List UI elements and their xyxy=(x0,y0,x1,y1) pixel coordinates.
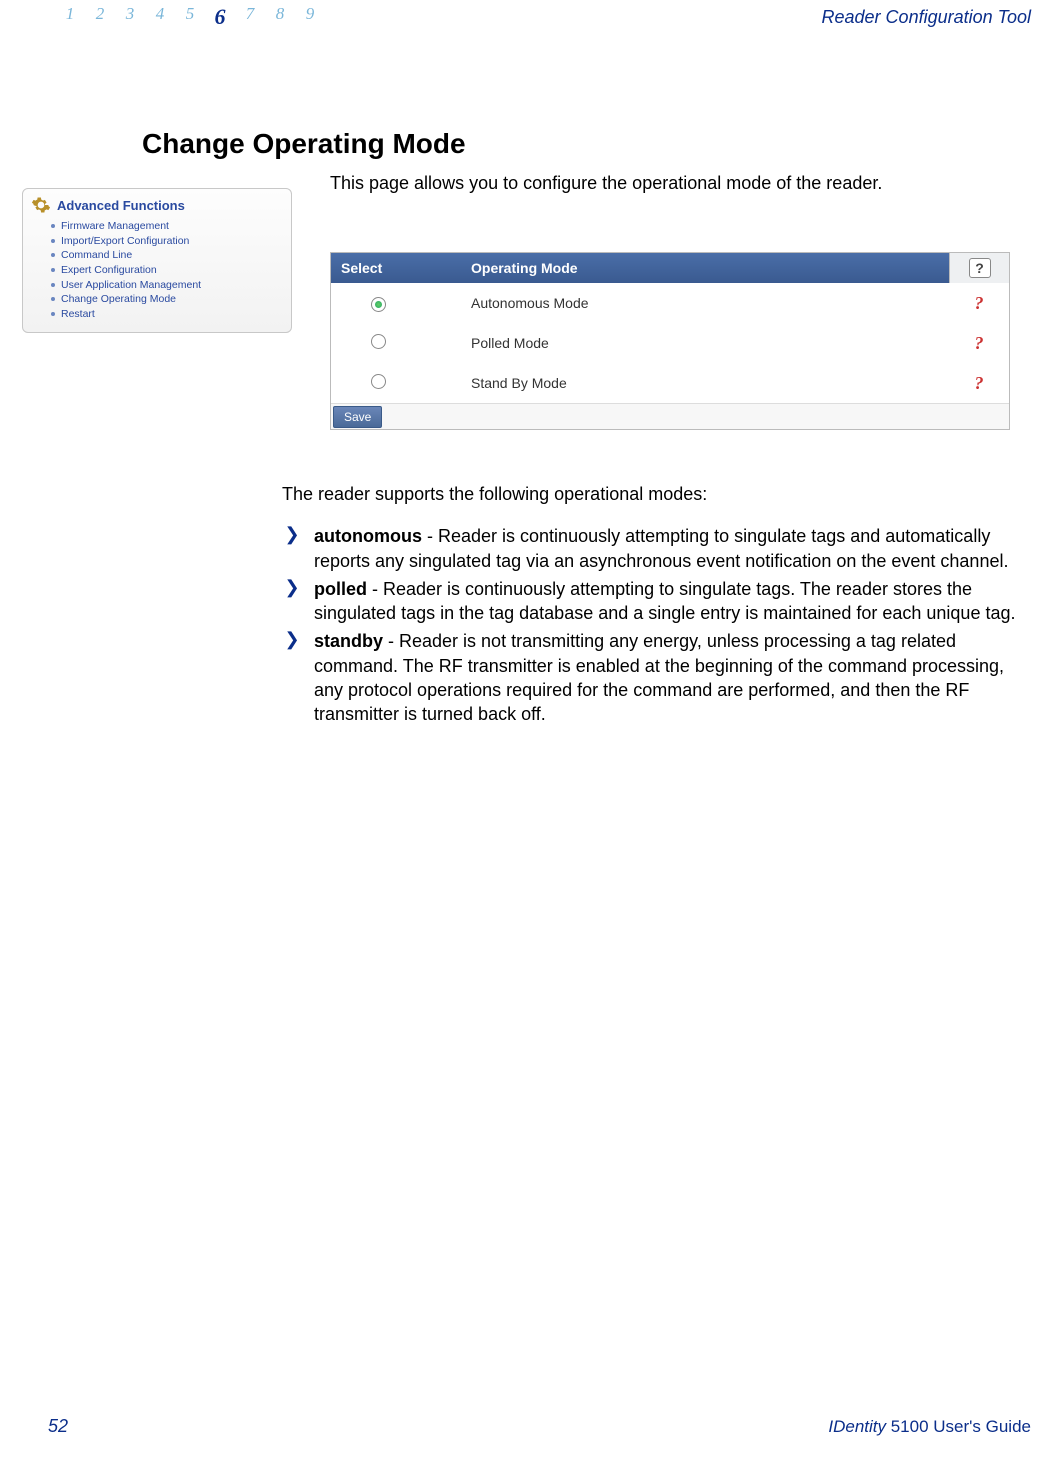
radio-standby[interactable] xyxy=(371,374,386,389)
mode-desc-polled: ❯ polled - Reader is continuously attemp… xyxy=(282,577,1019,626)
save-row: Save xyxy=(331,403,1009,429)
chapter-tab-1[interactable]: 1 xyxy=(60,4,80,30)
sidebar-advanced-functions: Advanced Functions Firmware Management I… xyxy=(22,188,292,333)
gear-icon xyxy=(31,195,51,215)
help-link-polled[interactable]: ? xyxy=(949,333,1009,354)
mode-row-standby: Stand By Mode ? xyxy=(331,363,1009,403)
chapter-tab-7[interactable]: 7 xyxy=(240,4,260,30)
mode-label: Polled Mode xyxy=(461,335,949,351)
chapter-tab-4[interactable]: 4 xyxy=(150,4,170,30)
chapter-tabs: 1 2 3 4 5 6 7 8 9 xyxy=(60,4,320,30)
radio-autonomous[interactable] xyxy=(371,297,386,312)
chapter-tab-5[interactable]: 5 xyxy=(180,4,200,30)
help-link-standby[interactable]: ? xyxy=(949,373,1009,394)
sidebar-item-command-line[interactable]: Command Line xyxy=(61,248,283,263)
table-header: Select Operating Mode ? xyxy=(331,253,1009,283)
sidebar-item-firmware-management[interactable]: Firmware Management xyxy=(61,219,283,234)
mode-row-autonomous: Autonomous Mode ? xyxy=(331,283,1009,323)
mode-label: Autonomous Mode xyxy=(461,295,949,311)
chevron-icon: ❯ xyxy=(282,577,302,626)
page-number: 52 xyxy=(48,1416,68,1437)
modes-intro: The reader supports the following operat… xyxy=(282,482,1019,506)
page-footer: 52 IDentity 5100 User's Guide xyxy=(0,1416,1049,1437)
sidebar-title: Advanced Functions xyxy=(57,198,185,213)
page-title: Change Operating Mode xyxy=(142,128,466,160)
mode-desc-autonomous: ❯ autonomous - Reader is continuously at… xyxy=(282,524,1019,573)
mode-row-polled: Polled Mode ? xyxy=(331,323,1009,363)
save-button[interactable]: Save xyxy=(333,406,382,428)
chapter-tab-9[interactable]: 9 xyxy=(300,4,320,30)
sidebar-item-restart[interactable]: Restart xyxy=(61,307,283,322)
help-link-autonomous[interactable]: ? xyxy=(949,293,1009,314)
col-header-select: Select xyxy=(331,260,461,276)
footer-guide-title: IDentity 5100 User's Guide xyxy=(828,1417,1031,1437)
intro-text: This page allows you to configure the op… xyxy=(330,172,1019,195)
sidebar-item-change-operating-mode[interactable]: Change Operating Mode xyxy=(61,292,283,307)
body-text: The reader supports the following operat… xyxy=(282,482,1019,731)
chevron-icon: ❯ xyxy=(282,524,302,573)
help-icon[interactable]: ? xyxy=(969,258,991,278)
col-header-operating-mode: Operating Mode xyxy=(461,260,949,276)
operating-mode-table: Select Operating Mode ? Autonomous Mode … xyxy=(330,252,1010,430)
chapter-tab-2[interactable]: 2 xyxy=(90,4,110,30)
radio-polled[interactable] xyxy=(371,334,386,349)
header-title: Reader Configuration Tool xyxy=(822,7,1031,28)
chapter-tab-8[interactable]: 8 xyxy=(270,4,290,30)
mode-desc-standby: ❯ standby - Reader is not transmitting a… xyxy=(282,629,1019,726)
sidebar-item-import-export-configuration[interactable]: Import/Export Configuration xyxy=(61,234,283,249)
chevron-icon: ❯ xyxy=(282,629,302,726)
page-header: 1 2 3 4 5 6 7 8 9 Reader Configuration T… xyxy=(0,4,1049,30)
sidebar-item-user-application-management[interactable]: User Application Management xyxy=(61,278,283,293)
mode-label: Stand By Mode xyxy=(461,375,949,391)
chapter-tab-6[interactable]: 6 xyxy=(210,4,230,30)
col-header-help: ? xyxy=(949,253,1009,283)
chapter-tab-3[interactable]: 3 xyxy=(120,4,140,30)
sidebar-item-expert-configuration[interactable]: Expert Configuration xyxy=(61,263,283,278)
